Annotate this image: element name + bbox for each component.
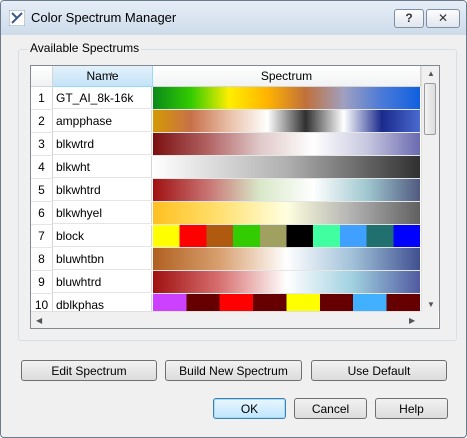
spectrum-swatch[interactable] [153,87,420,110]
scroll-corner [421,311,438,328]
spectrum-name-cell[interactable]: block [53,225,152,247]
spectrum-swatch[interactable] [153,156,420,179]
spectrum-swatch[interactable] [153,248,420,271]
row-number: 9 [31,271,53,294]
table-row[interactable]: 2 ampphase [31,110,421,133]
spectrum-name-cell[interactable]: bluwhtrd [53,271,152,293]
row-number: 5 [31,179,53,202]
vertical-scroll-thumb[interactable] [424,83,436,135]
app-icon [9,10,25,26]
use-default-button[interactable]: Use Default [311,360,447,381]
spectrum-name-cell[interactable]: blkwtrd [53,133,152,155]
scroll-down-icon[interactable]: ▼ [427,300,435,309]
table-row[interactable]: 5 blkwhtrd [31,179,421,202]
scroll-right-icon[interactable]: ▶ [409,316,415,325]
table-row[interactable]: 1 GT_AI_8k-16k [31,87,421,110]
row-number: 4 [31,156,53,179]
sort-ascending-icon: ▲ [108,71,115,78]
build-new-spectrum-button[interactable]: Build New Spectrum [165,360,302,381]
row-number: 6 [31,202,53,225]
table-row[interactable]: 3 blkwtrd [31,133,421,156]
spectrum-swatch[interactable] [153,110,420,133]
row-number: 2 [31,110,53,133]
window-title: Color Spectrum Manager [31,10,177,25]
row-number: 8 [31,248,53,271]
table-row[interactable]: 4 blkwht [31,156,421,179]
help-button[interactable]: Help [375,398,448,419]
group-label: Available Spectrums [28,41,142,55]
title-help-button[interactable]: ? [394,9,424,28]
table-row[interactable]: 8 bluwhtbn [31,248,421,271]
table-row[interactable]: 7 block [31,225,421,248]
column-header-spectrum-label: Spectrum [260,69,313,83]
spectrum-swatch[interactable] [153,133,420,156]
table-row[interactable]: 6 blkwhyel [31,202,421,225]
scroll-left-icon[interactable]: ◀ [36,316,42,325]
dialog-window: Color Spectrum Manager ? ✕ Available Spe… [0,0,467,438]
spectrum-name-cell[interactable]: bluwhtbn [53,248,152,270]
row-number: 1 [31,87,53,110]
spectrum-swatch[interactable] [153,271,420,294]
spectrum-swatch[interactable] [153,225,420,248]
spectrum-name-cell[interactable]: blkwhtrd [53,179,152,201]
edit-spectrum-button[interactable]: Edit Spectrum [21,360,157,381]
table-row[interactable]: 9 bluwhtrd [31,271,421,294]
title-bar[interactable]: Color Spectrum Manager ? ✕ [1,1,466,35]
spectrum-name-cell[interactable]: blkwht [53,156,152,178]
row-number: 7 [31,225,53,248]
spectrum-name-cell[interactable]: blkwhyel [53,202,152,224]
spectrum-swatch[interactable] [153,202,420,225]
spectrum-name-cell[interactable]: ampphase [53,110,152,132]
spectrum-table: ▲ Name Spectrum 1 GT_AI_8k-16k 2 ampphase 3 b… [30,65,440,329]
column-header-name[interactable]: ▲ Name [53,66,153,87]
scroll-up-icon[interactable]: ▲ [427,69,435,78]
vertical-scrollbar[interactable]: ▲ ▼ [421,66,439,311]
cancel-button[interactable]: Cancel [294,398,367,419]
spectrum-swatch[interactable] [153,179,420,202]
ok-button[interactable]: OK [213,398,286,419]
spectrum-name-cell[interactable]: GT_AI_8k-16k [53,87,152,109]
row-number: 3 [31,133,53,156]
horizontal-scrollbar[interactable]: ◀ ▶ [31,311,421,328]
title-close-button[interactable]: ✕ [426,9,460,28]
header-corner [31,66,53,87]
column-header-spectrum[interactable]: Spectrum [153,66,421,87]
